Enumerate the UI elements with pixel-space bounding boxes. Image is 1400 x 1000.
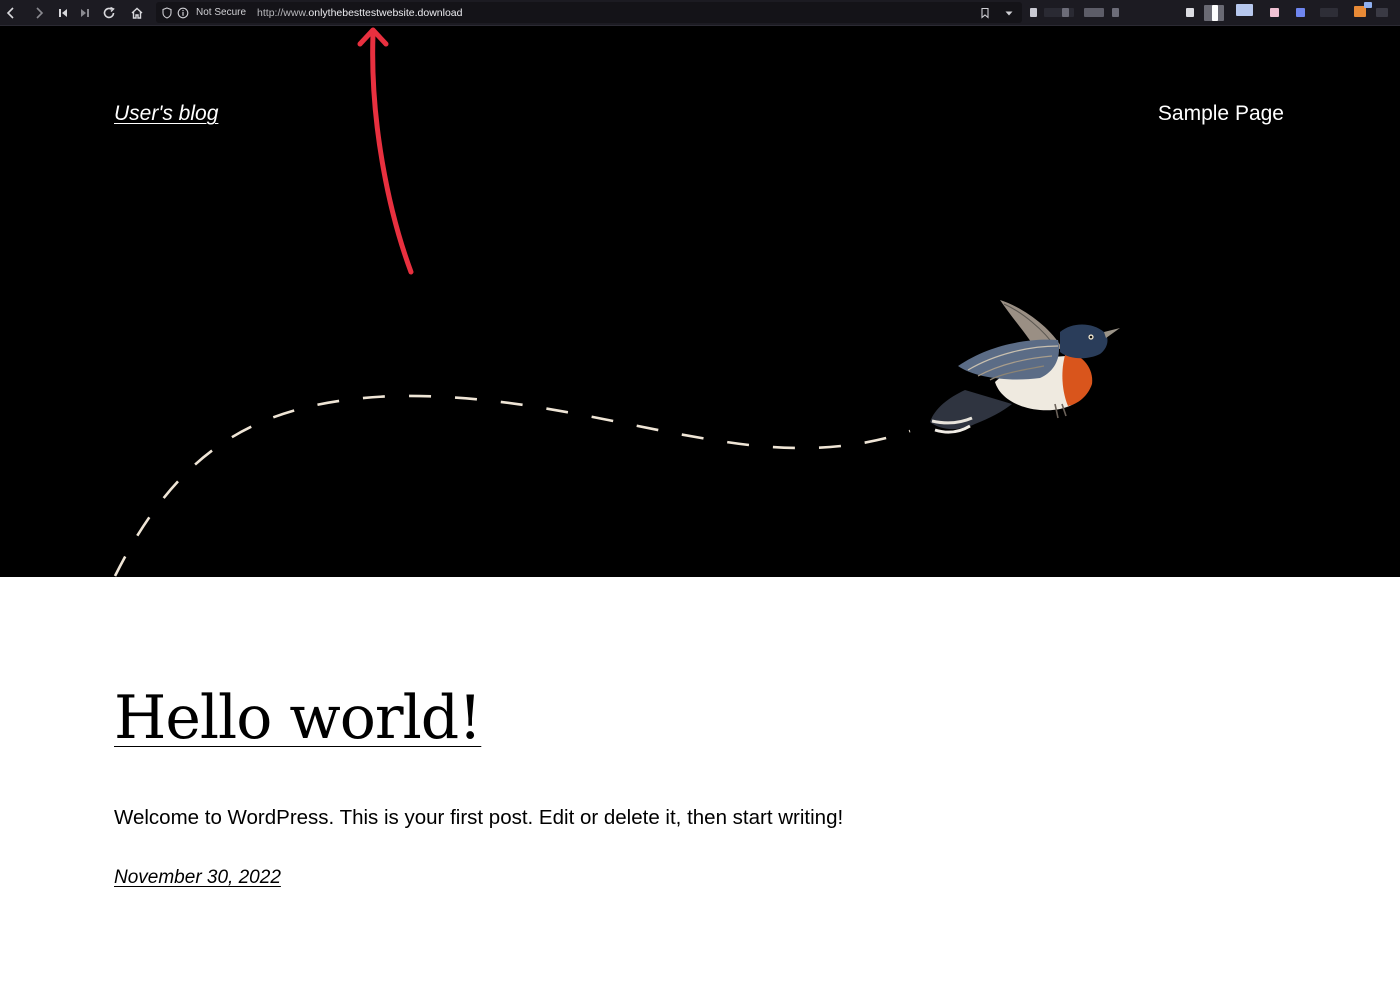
url-text[interactable]: http://www.onlythebesttestwebsite.downlo… [257, 7, 462, 19]
first-icon[interactable] [52, 2, 74, 24]
post-date-link[interactable]: November 30, 2022 [114, 867, 281, 889]
back-icon[interactable] [0, 2, 22, 24]
browser-toolbar: Not Secure http://www.onlythebesttestweb… [0, 0, 1400, 26]
post-excerpt: Welcome to WordPress. This is your first… [114, 806, 844, 829]
extension-icon[interactable] [1376, 8, 1388, 17]
extension-icon[interactable] [1320, 8, 1338, 17]
post-title-link[interactable]: Hello world! [114, 680, 482, 756]
home-icon[interactable] [126, 2, 148, 24]
last-icon[interactable] [74, 2, 96, 24]
extensions-area [1026, 0, 1400, 26]
url-host: onlythebesttestwebsite.download [308, 6, 463, 19]
flight-path [113, 394, 911, 577]
extension-icon[interactable] [1062, 8, 1069, 17]
extension-icon[interactable] [1186, 8, 1194, 17]
dropdown-icon[interactable] [1002, 6, 1016, 20]
site-title-link[interactable]: User's blog [114, 102, 218, 126]
shield-icon[interactable] [160, 6, 174, 20]
extension-icon[interactable] [1044, 8, 1074, 17]
address-bar[interactable]: Not Secure http://www.onlythebesttestweb… [156, 2, 1022, 23]
bird-icon [930, 300, 1120, 434]
forward-icon[interactable] [28, 2, 50, 24]
security-label[interactable]: Not Secure [196, 7, 246, 18]
extension-icon[interactable] [1212, 5, 1218, 21]
info-icon[interactable] [176, 6, 190, 20]
extension-icon[interactable] [1364, 2, 1372, 8]
extension-icon[interactable] [1084, 8, 1104, 17]
nav-item-sample-page[interactable]: Sample Page [1158, 102, 1284, 126]
extension-icon[interactable] [1030, 8, 1037, 17]
bookmark-icon[interactable] [978, 6, 992, 20]
extension-icon[interactable] [1236, 4, 1253, 16]
extension-icon[interactable] [1112, 8, 1119, 17]
site-header: User's blog Sample Page [0, 26, 1400, 577]
extension-icon[interactable] [1270, 8, 1279, 17]
url-scheme: http://www. [257, 6, 309, 19]
reload-icon[interactable] [98, 2, 120, 24]
extension-icon[interactable] [1296, 8, 1305, 17]
